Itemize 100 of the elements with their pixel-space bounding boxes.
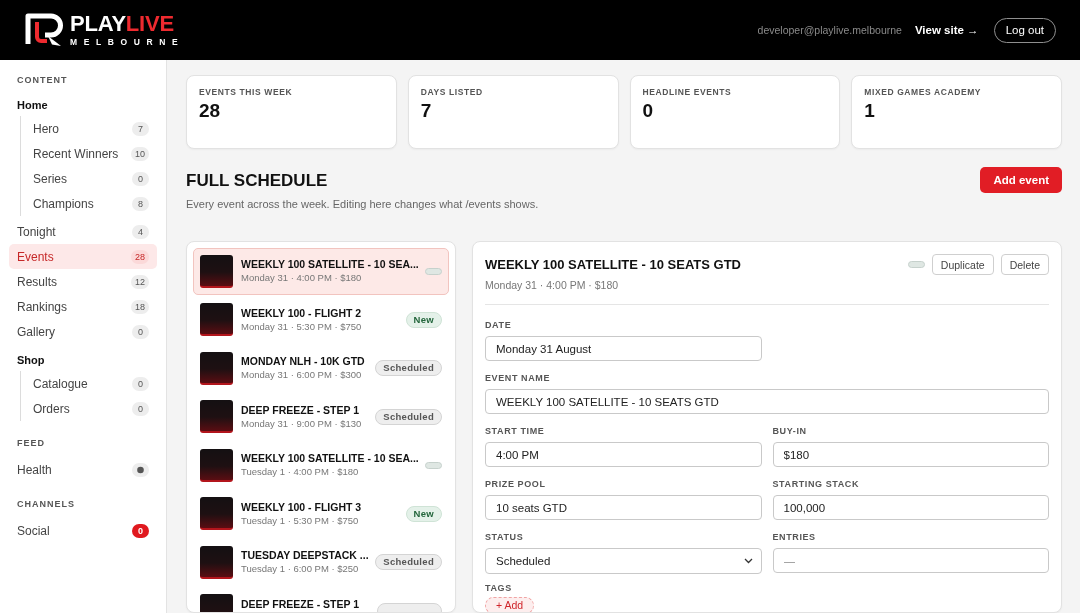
nav-item[interactable]: Health bbox=[9, 457, 157, 482]
poster-thumbnail bbox=[200, 254, 233, 288]
stat-label: DAYS LISTED bbox=[420, 87, 484, 98]
event-row[interactable]: WEEKLY 100 SATELLITE - 10 SEA... Tuesday 1 · 4:00 PM · $180 bbox=[193, 442, 449, 489]
event-meta: Tuesday 1 · 4:00 PM · $180 bbox=[241, 466, 360, 479]
nav-item[interactable]: Social 0 bbox=[9, 518, 157, 543]
section-title: FULL SCHEDULE bbox=[186, 171, 329, 191]
event-row[interactable]: DEEP FREEZE - STEP 1 bbox=[193, 587, 449, 612]
brand-tagline: MELBOURNE bbox=[70, 36, 185, 47]
status-badge: New bbox=[405, 311, 442, 328]
input-field[interactable]: 10 seats GTD bbox=[485, 495, 762, 520]
nav-group-label[interactable]: Home bbox=[9, 94, 157, 116]
count-badge: 0 bbox=[132, 401, 149, 416]
field-label: BUY-IN bbox=[772, 426, 808, 437]
nav-item[interactable]: Hero 7 bbox=[21, 116, 157, 141]
stat-value: 0 bbox=[642, 100, 655, 122]
field-label: PRIZE POOL bbox=[485, 479, 547, 490]
view-site-link[interactable]: View site → bbox=[914, 24, 979, 36]
stat-value: 28 bbox=[199, 100, 222, 122]
nav-item[interactable]: Results 12 bbox=[9, 269, 157, 294]
event-meta: Monday 31 · 9:00 PM · $130 bbox=[241, 417, 363, 430]
field-label: STATUS bbox=[485, 532, 525, 543]
event-title: DEEP FREEZE - STEP 1 bbox=[241, 597, 361, 610]
stat-value: 7 bbox=[420, 100, 433, 122]
nav-item[interactable]: Orders 0 bbox=[21, 396, 157, 421]
poster-thumbnail bbox=[200, 545, 233, 579]
input-field[interactable]: 4:00 PM bbox=[485, 442, 762, 467]
event-title: DEEP FREEZE - STEP 1 bbox=[241, 403, 361, 416]
event-meta: Monday 31 · 5:30 PM · $750 bbox=[241, 320, 363, 333]
poster-thumbnail bbox=[200, 303, 233, 337]
section-subtitle: Every event across the week. Editing here changes what /events shows. bbox=[186, 197, 539, 211]
event-meta: Tuesday 1 · 6:00 PM · $250 bbox=[241, 563, 360, 576]
nav-item[interactable]: Events 28 bbox=[9, 244, 157, 269]
event-row[interactable]: WEEKLY 100 - FLIGHT 3 Tuesday 1 · 5:30 PM · $750 New bbox=[193, 490, 449, 537]
input-field[interactable]: Monday 31 August bbox=[485, 336, 762, 361]
nav-item[interactable]: Gallery 0 bbox=[9, 319, 157, 344]
status-badge: Scheduled bbox=[375, 408, 442, 425]
stat-label: EVENTS THIS WEEK bbox=[199, 87, 294, 98]
add-tag-button[interactable]: + Add bbox=[485, 597, 535, 612]
count-badge: 12 bbox=[131, 274, 149, 289]
select-field[interactable]: Scheduled bbox=[485, 548, 762, 574]
event-title: WEEKLY 100 - FLIGHT 2 bbox=[241, 306, 363, 319]
status-badge: Scheduled bbox=[375, 554, 442, 571]
input-field[interactable]: 100,000 bbox=[772, 495, 1049, 520]
count-badge: 8 bbox=[132, 196, 149, 211]
event-meta: Monday 31 · 6:00 PM · $300 bbox=[241, 369, 363, 382]
input-field[interactable]: WEEKLY 100 SATELLITE - 10 SEATS GTD bbox=[485, 389, 1049, 414]
section-label: CONTENT bbox=[16, 74, 69, 86]
blank-pill-icon bbox=[907, 261, 925, 268]
input-field[interactable]: $180 bbox=[772, 442, 1049, 467]
count-badge: 0 bbox=[132, 171, 149, 186]
count-badge: 0 bbox=[132, 376, 149, 391]
poster-thumbnail bbox=[200, 400, 233, 434]
user-email: developer@playlive.melbourne bbox=[757, 24, 902, 36]
section-label: CHANNELS bbox=[16, 498, 76, 510]
field-label: EVENT NAME bbox=[485, 373, 551, 384]
nav-item[interactable]: Tonight 4 bbox=[9, 219, 157, 244]
action-button[interactable]: Duplicate bbox=[931, 254, 994, 275]
count-badge: 4 bbox=[132, 224, 149, 239]
field-label: ENTRIES bbox=[772, 532, 817, 543]
stat-label: HEADLINE EVENTS bbox=[642, 87, 733, 98]
count-badge: 18 bbox=[131, 299, 149, 314]
count-badge: 28 bbox=[131, 249, 149, 264]
stat-value: 1 bbox=[864, 100, 876, 122]
nav-item[interactable]: Recent Winners 10 bbox=[21, 141, 157, 166]
event-meta: Tuesday 1 · 5:30 PM · $750 bbox=[241, 514, 360, 527]
event-row[interactable]: DEEP FREEZE - STEP 1 Monday 31 · 9:00 PM · $130 Scheduled bbox=[193, 393, 449, 440]
poster-thumbnail bbox=[200, 497, 233, 531]
event-editor-meta: Monday 31 · 4:00 PM · $180 bbox=[485, 278, 620, 292]
poster-thumbnail bbox=[200, 351, 233, 385]
nav-item[interactable]: Catalogue 0 bbox=[21, 371, 157, 396]
nav-item[interactable]: Series 0 bbox=[21, 166, 157, 191]
poster-thumbnail bbox=[200, 448, 233, 482]
event-row[interactable]: TUESDAY DEEPSTACK ... Tuesday 1 · 6:00 PM · $250 Scheduled bbox=[193, 539, 449, 586]
chevron-down-icon bbox=[743, 558, 753, 564]
count-badge: 10 bbox=[131, 146, 149, 161]
count-badge: 0 bbox=[132, 324, 149, 339]
input-field[interactable]: — bbox=[772, 548, 1049, 573]
logo-icon bbox=[24, 12, 66, 48]
stat-label: MIXED GAMES ACADEMY bbox=[864, 87, 983, 98]
action-button[interactable]: Delete bbox=[1000, 254, 1049, 275]
event-title: MONDAY NLH - 10K GTD bbox=[241, 355, 366, 368]
field-label: START TIME bbox=[485, 426, 546, 437]
nav-group-label[interactable]: Shop bbox=[9, 349, 157, 371]
event-row[interactable]: WEEKLY 100 - FLIGHT 2 Monday 31 · 5:30 PM · $750 New bbox=[193, 296, 449, 343]
event-meta: Monday 31 · 4:00 PM · $180 bbox=[241, 272, 363, 285]
event-row[interactable]: WEEKLY 100 SATELLITE - 10 SEA... Monday 31 · 4:00 PM · $180 bbox=[193, 248, 449, 295]
event-row[interactable]: MONDAY NLH - 10K GTD Monday 31 · 6:00 PM · $300 Scheduled bbox=[193, 345, 449, 392]
status-badge: Scheduled bbox=[375, 360, 442, 377]
brand-name: PLAYLIVE bbox=[70, 13, 175, 34]
event-title: WEEKLY 100 SATELLITE - 10 SEA... bbox=[241, 452, 417, 465]
event-title: WEEKLY 100 SATELLITE - 10 SEA... bbox=[241, 258, 417, 271]
status-badge: New bbox=[405, 505, 442, 522]
nav-item[interactable]: Rankings 18 bbox=[9, 294, 157, 319]
field-label: STARTING STACK bbox=[772, 479, 861, 490]
nav-item[interactable]: Champions 8 bbox=[21, 191, 157, 216]
count-badge: 7 bbox=[132, 121, 149, 136]
section-label: FEED bbox=[16, 437, 46, 449]
event-editor-title: WEEKLY 100 SATELLITE - 10 SEATS GTD bbox=[485, 256, 741, 274]
add-event-button[interactable]: Add event bbox=[980, 167, 1062, 193]
